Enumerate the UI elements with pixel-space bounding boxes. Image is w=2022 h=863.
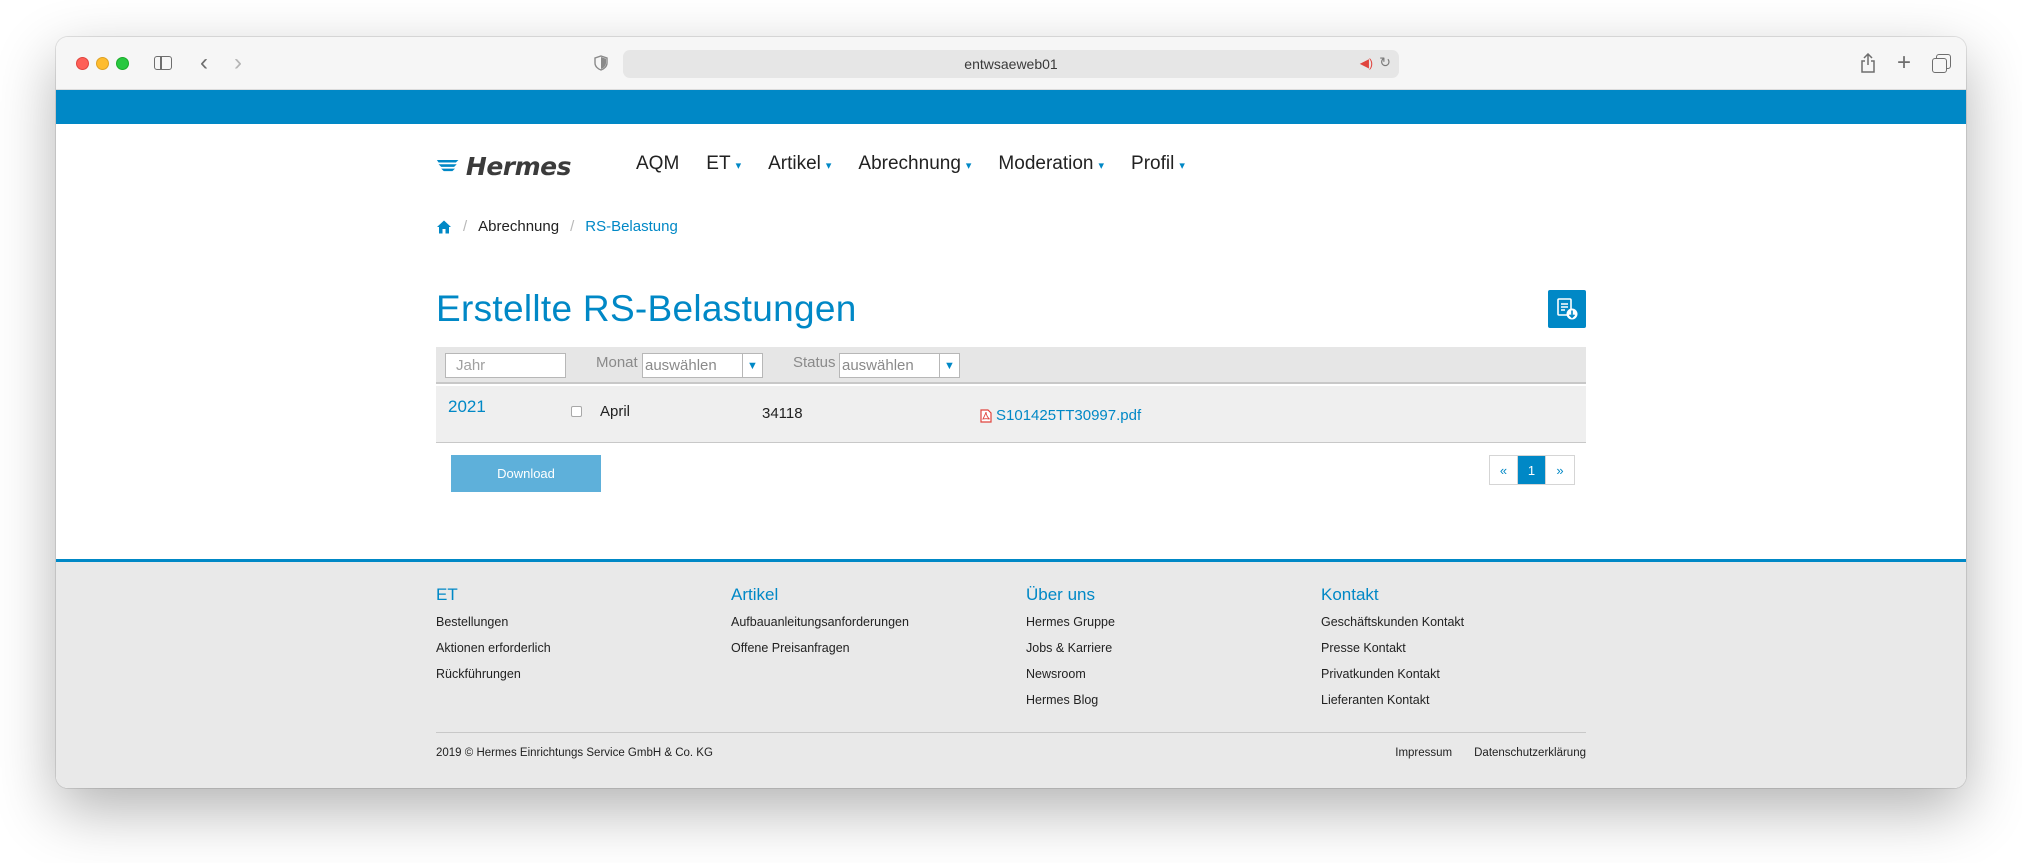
share-icon[interactable] bbox=[1858, 51, 1878, 75]
nav-item-aqm[interactable]: AQM bbox=[636, 153, 679, 175]
page-title: Erstellte RS-Belastungen bbox=[436, 288, 857, 329]
audio-playing-icon[interactable]: ◀) bbox=[1360, 56, 1373, 70]
sidebar-toggle-icon[interactable] bbox=[152, 51, 174, 75]
pagination-next[interactable]: » bbox=[1546, 456, 1574, 484]
chevron-down-icon: ▾ bbox=[965, 159, 972, 172]
footer-link[interactable]: Lieferanten Kontakt bbox=[1321, 687, 1464, 713]
url-text: entwsaeweb01 bbox=[964, 56, 1058, 72]
nav-item-moderation[interactable]: Moderation ▾ bbox=[998, 153, 1104, 175]
top-band bbox=[56, 90, 1966, 124]
footer-link-datenschutz[interactable]: Datenschutzerklärung bbox=[1474, 747, 1586, 759]
footer-heading[interactable]: Kontakt bbox=[1321, 585, 1464, 605]
dropdown-arrow-icon: ▼ bbox=[939, 354, 959, 377]
footer-link[interactable]: Presse Kontakt bbox=[1321, 635, 1464, 661]
home-icon[interactable] bbox=[436, 219, 452, 235]
footer-link[interactable]: Newsroom bbox=[1026, 661, 1115, 687]
logo-text: Hermes bbox=[465, 151, 572, 181]
chevron-down-icon: ▾ bbox=[1098, 159, 1105, 172]
document-download-icon bbox=[1557, 298, 1578, 320]
download-button[interactable]: Download bbox=[451, 455, 601, 492]
row-year[interactable]: 2021 bbox=[448, 397, 486, 417]
footer-heading[interactable]: ET bbox=[436, 585, 551, 605]
browser-titlebar: ‹ › entwsaeweb01 ◀) ↻ + bbox=[56, 37, 1966, 90]
footer-link[interactable]: Hermes Gruppe bbox=[1026, 609, 1115, 635]
minimize-window-button[interactable] bbox=[96, 57, 109, 70]
pagination: « 1 » bbox=[1489, 455, 1575, 485]
breadcrumb-separator: / bbox=[570, 218, 575, 235]
footer-link-impressum[interactable]: Impressum bbox=[1395, 747, 1452, 759]
address-bar[interactable]: entwsaeweb01 ◀) ↻ bbox=[623, 50, 1399, 78]
footer-link[interactable]: Privatkunden Kontakt bbox=[1321, 661, 1464, 687]
pagination-prev[interactable]: « bbox=[1490, 456, 1518, 484]
breadcrumb-rs-belastung[interactable]: RS-Belastung bbox=[585, 218, 678, 235]
row-month: April bbox=[600, 403, 631, 420]
nav-item-artikel[interactable]: Artikel ▾ bbox=[768, 153, 831, 175]
pagination-page-current[interactable]: 1 bbox=[1518, 456, 1546, 484]
footer-column-kontakt: Kontakt Geschäftskunden Kontakt Presse K… bbox=[1321, 585, 1464, 713]
footer-copyright: 2019 © Hermes Einrichtungs Service GmbH … bbox=[436, 747, 713, 759]
breadcrumb-separator: / bbox=[463, 218, 468, 235]
row-checkbox[interactable] bbox=[571, 406, 582, 417]
footer-link[interactable]: Hermes Blog bbox=[1026, 687, 1115, 713]
table-row: 2021 April 34118 S101425TT30997.pdf bbox=[436, 386, 1586, 443]
chevron-down-icon: ▾ bbox=[825, 159, 832, 172]
nav-item-abrechnung[interactable]: Abrechnung ▾ bbox=[858, 153, 971, 175]
forward-arrow-icon[interactable]: › bbox=[228, 51, 248, 75]
year-filter-input[interactable]: Jahr bbox=[445, 353, 566, 378]
footer-link[interactable]: Aktionen erforderlich bbox=[436, 635, 551, 661]
footer-link[interactable]: Jobs & Karriere bbox=[1026, 635, 1115, 661]
main-nav: AQM ET ▾ Artikel ▾ Abrechnung ▾ Moderation ▾… bbox=[636, 153, 1185, 175]
hermes-wing-icon bbox=[436, 159, 459, 172]
export-document-button[interactable] bbox=[1548, 290, 1586, 328]
dropdown-arrow-icon: ▼ bbox=[742, 354, 762, 377]
row-file-link[interactable]: S101425TT30997.pdf bbox=[980, 407, 1141, 424]
row-number: 34118 bbox=[762, 405, 803, 422]
status-filter-label: Status bbox=[793, 354, 836, 371]
month-filter-label: Monat bbox=[596, 354, 638, 371]
footer-link[interactable]: Rückführungen bbox=[436, 661, 551, 687]
row-file-name: S101425TT30997.pdf bbox=[996, 407, 1142, 424]
footer-link[interactable]: Geschäftskunden Kontakt bbox=[1321, 609, 1464, 635]
pdf-icon bbox=[980, 408, 992, 423]
nav-item-et[interactable]: ET ▾ bbox=[706, 153, 741, 175]
breadcrumb-abrechnung[interactable]: Abrechnung bbox=[478, 218, 559, 235]
breadcrumb: / Abrechnung / RS-Belastung bbox=[436, 218, 678, 235]
month-filter-select[interactable]: auswählen ▼ bbox=[642, 353, 763, 378]
hermes-logo[interactable]: Hermes bbox=[436, 150, 572, 182]
footer-column-et: ET Bestellungen Aktionen erforderlich Rü… bbox=[436, 585, 551, 687]
footer-link[interactable]: Offene Preisanfragen bbox=[731, 635, 909, 661]
close-window-button[interactable] bbox=[76, 57, 89, 70]
footer-legal-links: Impressum Datenschutzerklärung bbox=[1395, 747, 1586, 759]
browser-window: ‹ › entwsaeweb01 ◀) ↻ + Hermes AQM ET ▾ … bbox=[56, 37, 1966, 788]
chevron-down-icon: ▾ bbox=[735, 159, 742, 172]
footer-column-ueber-uns: Über uns Hermes Gruppe Jobs & Karriere N… bbox=[1026, 585, 1115, 713]
nav-item-profil[interactable]: Profil ▾ bbox=[1131, 153, 1185, 175]
reload-icon[interactable]: ↻ bbox=[1379, 54, 1391, 71]
footer-heading[interactable]: Über uns bbox=[1026, 585, 1115, 605]
new-tab-icon[interactable]: + bbox=[1894, 51, 1914, 75]
status-filter-select[interactable]: auswählen ▼ bbox=[839, 353, 960, 378]
privacy-shield-icon[interactable] bbox=[592, 51, 610, 75]
tab-overview-icon[interactable] bbox=[1928, 51, 1951, 75]
zoom-window-button[interactable] bbox=[116, 57, 129, 70]
footer-column-artikel: Artikel Aufbauanleitungsanforderungen Of… bbox=[731, 585, 909, 661]
footer: ET Bestellungen Aktionen erforderlich Rü… bbox=[56, 559, 1966, 788]
footer-link[interactable]: Bestellungen bbox=[436, 609, 551, 635]
filter-bar: Jahr Monat auswählen ▼ Status auswählen … bbox=[436, 347, 1586, 384]
back-arrow-icon[interactable]: ‹ bbox=[194, 51, 214, 75]
chevron-down-icon: ▾ bbox=[1179, 159, 1185, 172]
footer-divider bbox=[436, 732, 1586, 733]
footer-heading[interactable]: Artikel bbox=[731, 585, 909, 605]
page: Hermes AQM ET ▾ Artikel ▾ Abrechnung ▾ Mode… bbox=[56, 90, 1966, 788]
footer-link[interactable]: Aufbauanleitungsanforderungen bbox=[731, 609, 909, 635]
